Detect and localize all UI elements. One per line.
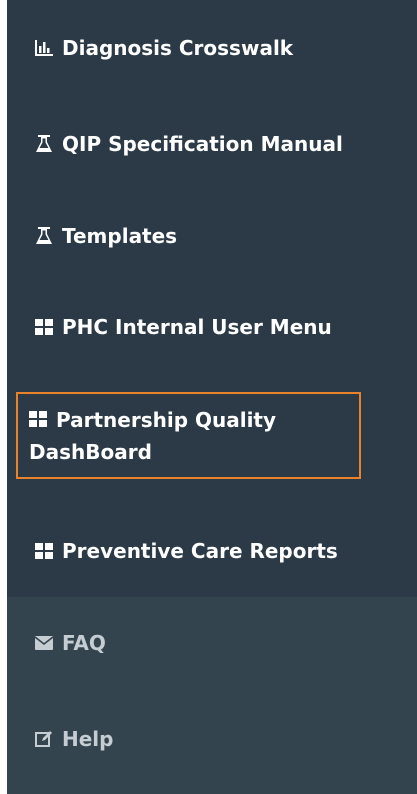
grid-icon bbox=[35, 318, 53, 336]
grid-icon bbox=[35, 542, 53, 560]
sidebar-item-label: Diagnosis Crosswalk bbox=[62, 36, 294, 60]
sidebar-item-label: QIP Specification Manual bbox=[62, 132, 343, 156]
sidebar-item-phc-internal-user-menu[interactable]: PHC Internal User Menu bbox=[7, 297, 417, 357]
sidebar-item-label: Preventive Care Reports bbox=[62, 539, 338, 563]
sidebar-item-label-line1: Partnership Quality bbox=[56, 408, 277, 432]
sidebar-item-label: Help bbox=[62, 727, 114, 751]
sidebar-item-qip-specification-manual[interactable]: QIP Specification Manual bbox=[7, 114, 417, 174]
sidebar-item-label-line2: DashBoard bbox=[29, 440, 152, 464]
sidebar-item-partnership-quality-dashboard[interactable]: Partnership Quality DashBoard bbox=[16, 392, 361, 479]
sidebar-item-label: FAQ bbox=[62, 631, 106, 655]
sidebar-item-help[interactable]: Help bbox=[7, 709, 417, 769]
sidebar-item-templates[interactable]: Templates bbox=[7, 206, 417, 266]
sidebar-item-label: Templates bbox=[62, 224, 178, 248]
sidebar-item-preventive-care-reports[interactable]: Preventive Care Reports bbox=[7, 521, 417, 581]
edit-icon bbox=[35, 730, 53, 748]
grid-icon bbox=[29, 411, 47, 429]
sidebar-item-label: PHC Internal User Menu bbox=[62, 315, 332, 339]
envelope-icon bbox=[35, 634, 53, 652]
bar-chart-icon bbox=[35, 39, 53, 57]
flask-icon bbox=[35, 135, 53, 153]
sidebar-item-faq[interactable]: FAQ bbox=[7, 613, 417, 673]
flask-icon bbox=[35, 227, 53, 245]
sidebar-item-diagnosis-crosswalk[interactable]: Diagnosis Crosswalk bbox=[7, 18, 417, 78]
